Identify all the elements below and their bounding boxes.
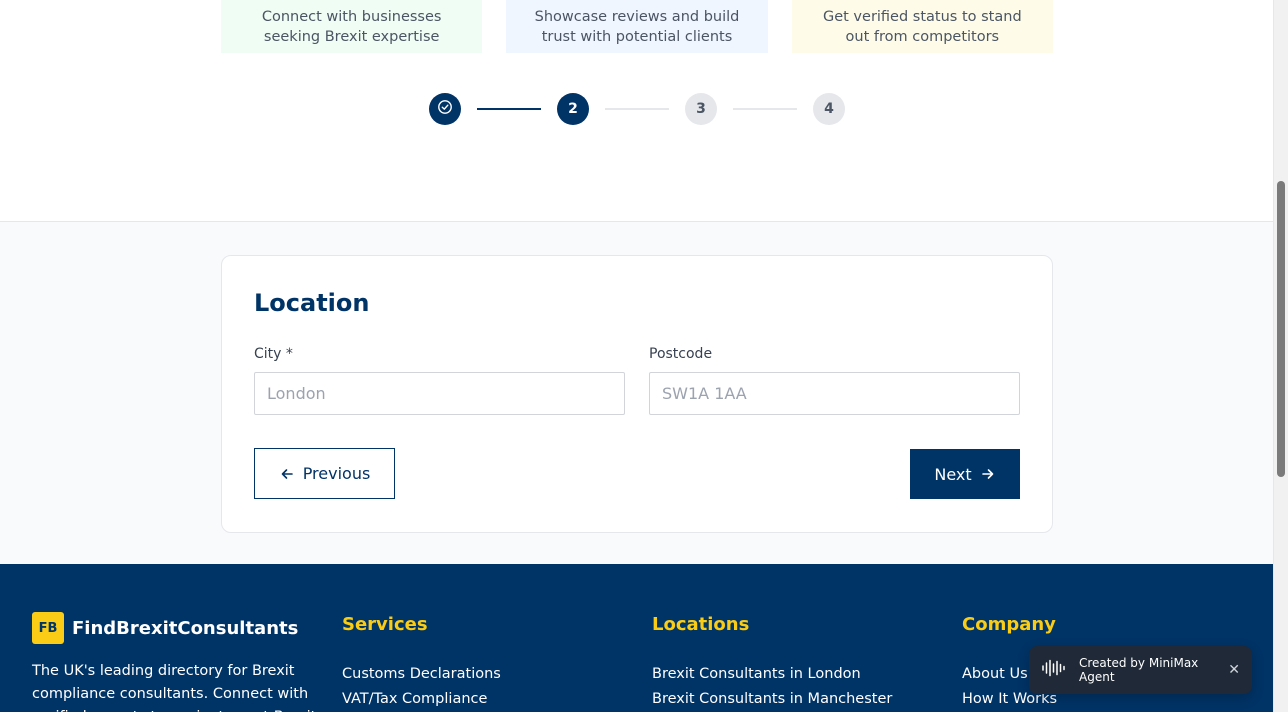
arrow-left-icon [279,466,295,482]
step-connector [733,108,797,110]
minimax-agent-badge[interactable]: Created by MiniMax Agent ✕ [1029,646,1252,694]
previous-button[interactable]: Previous [254,448,395,499]
footer-column-services: Services Customs Declarations VAT/Tax Co… [342,614,501,712]
city-label: City * [254,346,293,362]
step-1-complete [429,93,461,125]
form-section: Location City * Postcode Previous Next [0,221,1273,564]
footer-brand[interactable]: FB FindBrexitConsultants [32,612,298,644]
close-icon[interactable]: ✕ [1228,662,1240,678]
postcode-input[interactable] [649,372,1020,415]
city-input[interactable] [254,372,625,415]
benefit-text: Get verified status to stand out from co… [822,8,1022,45]
step-connector [605,108,669,110]
postcode-label: Postcode [649,346,713,362]
scrollbar-thumb[interactable] [1277,181,1285,477]
next-button[interactable]: Next [910,449,1020,499]
footer-column-locations: Locations Brexit Consultants in London B… [652,614,892,712]
waveform-icon [1041,659,1067,681]
footer-link[interactable]: VAT/Tax Compliance [342,683,501,712]
form-title: Location [254,289,370,317]
step-3: 3 [685,93,717,125]
step-2-current: 2 [557,93,589,125]
next-label: Next [934,464,972,484]
brand-logo: FB [32,612,64,644]
footer-heading: Services [342,614,428,635]
footer-heading: Company [962,614,1056,635]
check-circle-icon [437,99,453,119]
footer-heading: Locations [652,614,750,635]
benefit-card-reviews: Showcase reviews and build trust with po… [506,0,768,53]
benefit-card-connect: Connect with businesses seeking Brexit e… [221,0,483,53]
previous-label: Previous [302,464,371,483]
badge-text: Created by MiniMax Agent [1079,656,1199,684]
brand-description: The UK's leading directory for Brexit co… [32,663,316,712]
location-form-card: Location City * Postcode Previous Next [221,255,1053,533]
progress-stepper: 2 3 4 [429,93,845,125]
benefit-card-verified: Get verified status to stand out from co… [791,0,1053,53]
benefit-text: Showcase reviews and build trust with po… [534,8,740,45]
arrow-right-icon [980,466,996,482]
benefits-row: Connect with businesses seeking Brexit e… [221,0,1053,61]
brand-name: FindBrexitConsultants [72,617,299,639]
page-scrollbar[interactable] [1273,0,1288,712]
benefit-text: Connect with businesses seeking Brexit e… [261,8,442,45]
footer-link[interactable]: Brexit Consultants in Manchester [652,683,892,712]
step-connector [477,108,541,110]
step-4: 4 [813,93,845,125]
